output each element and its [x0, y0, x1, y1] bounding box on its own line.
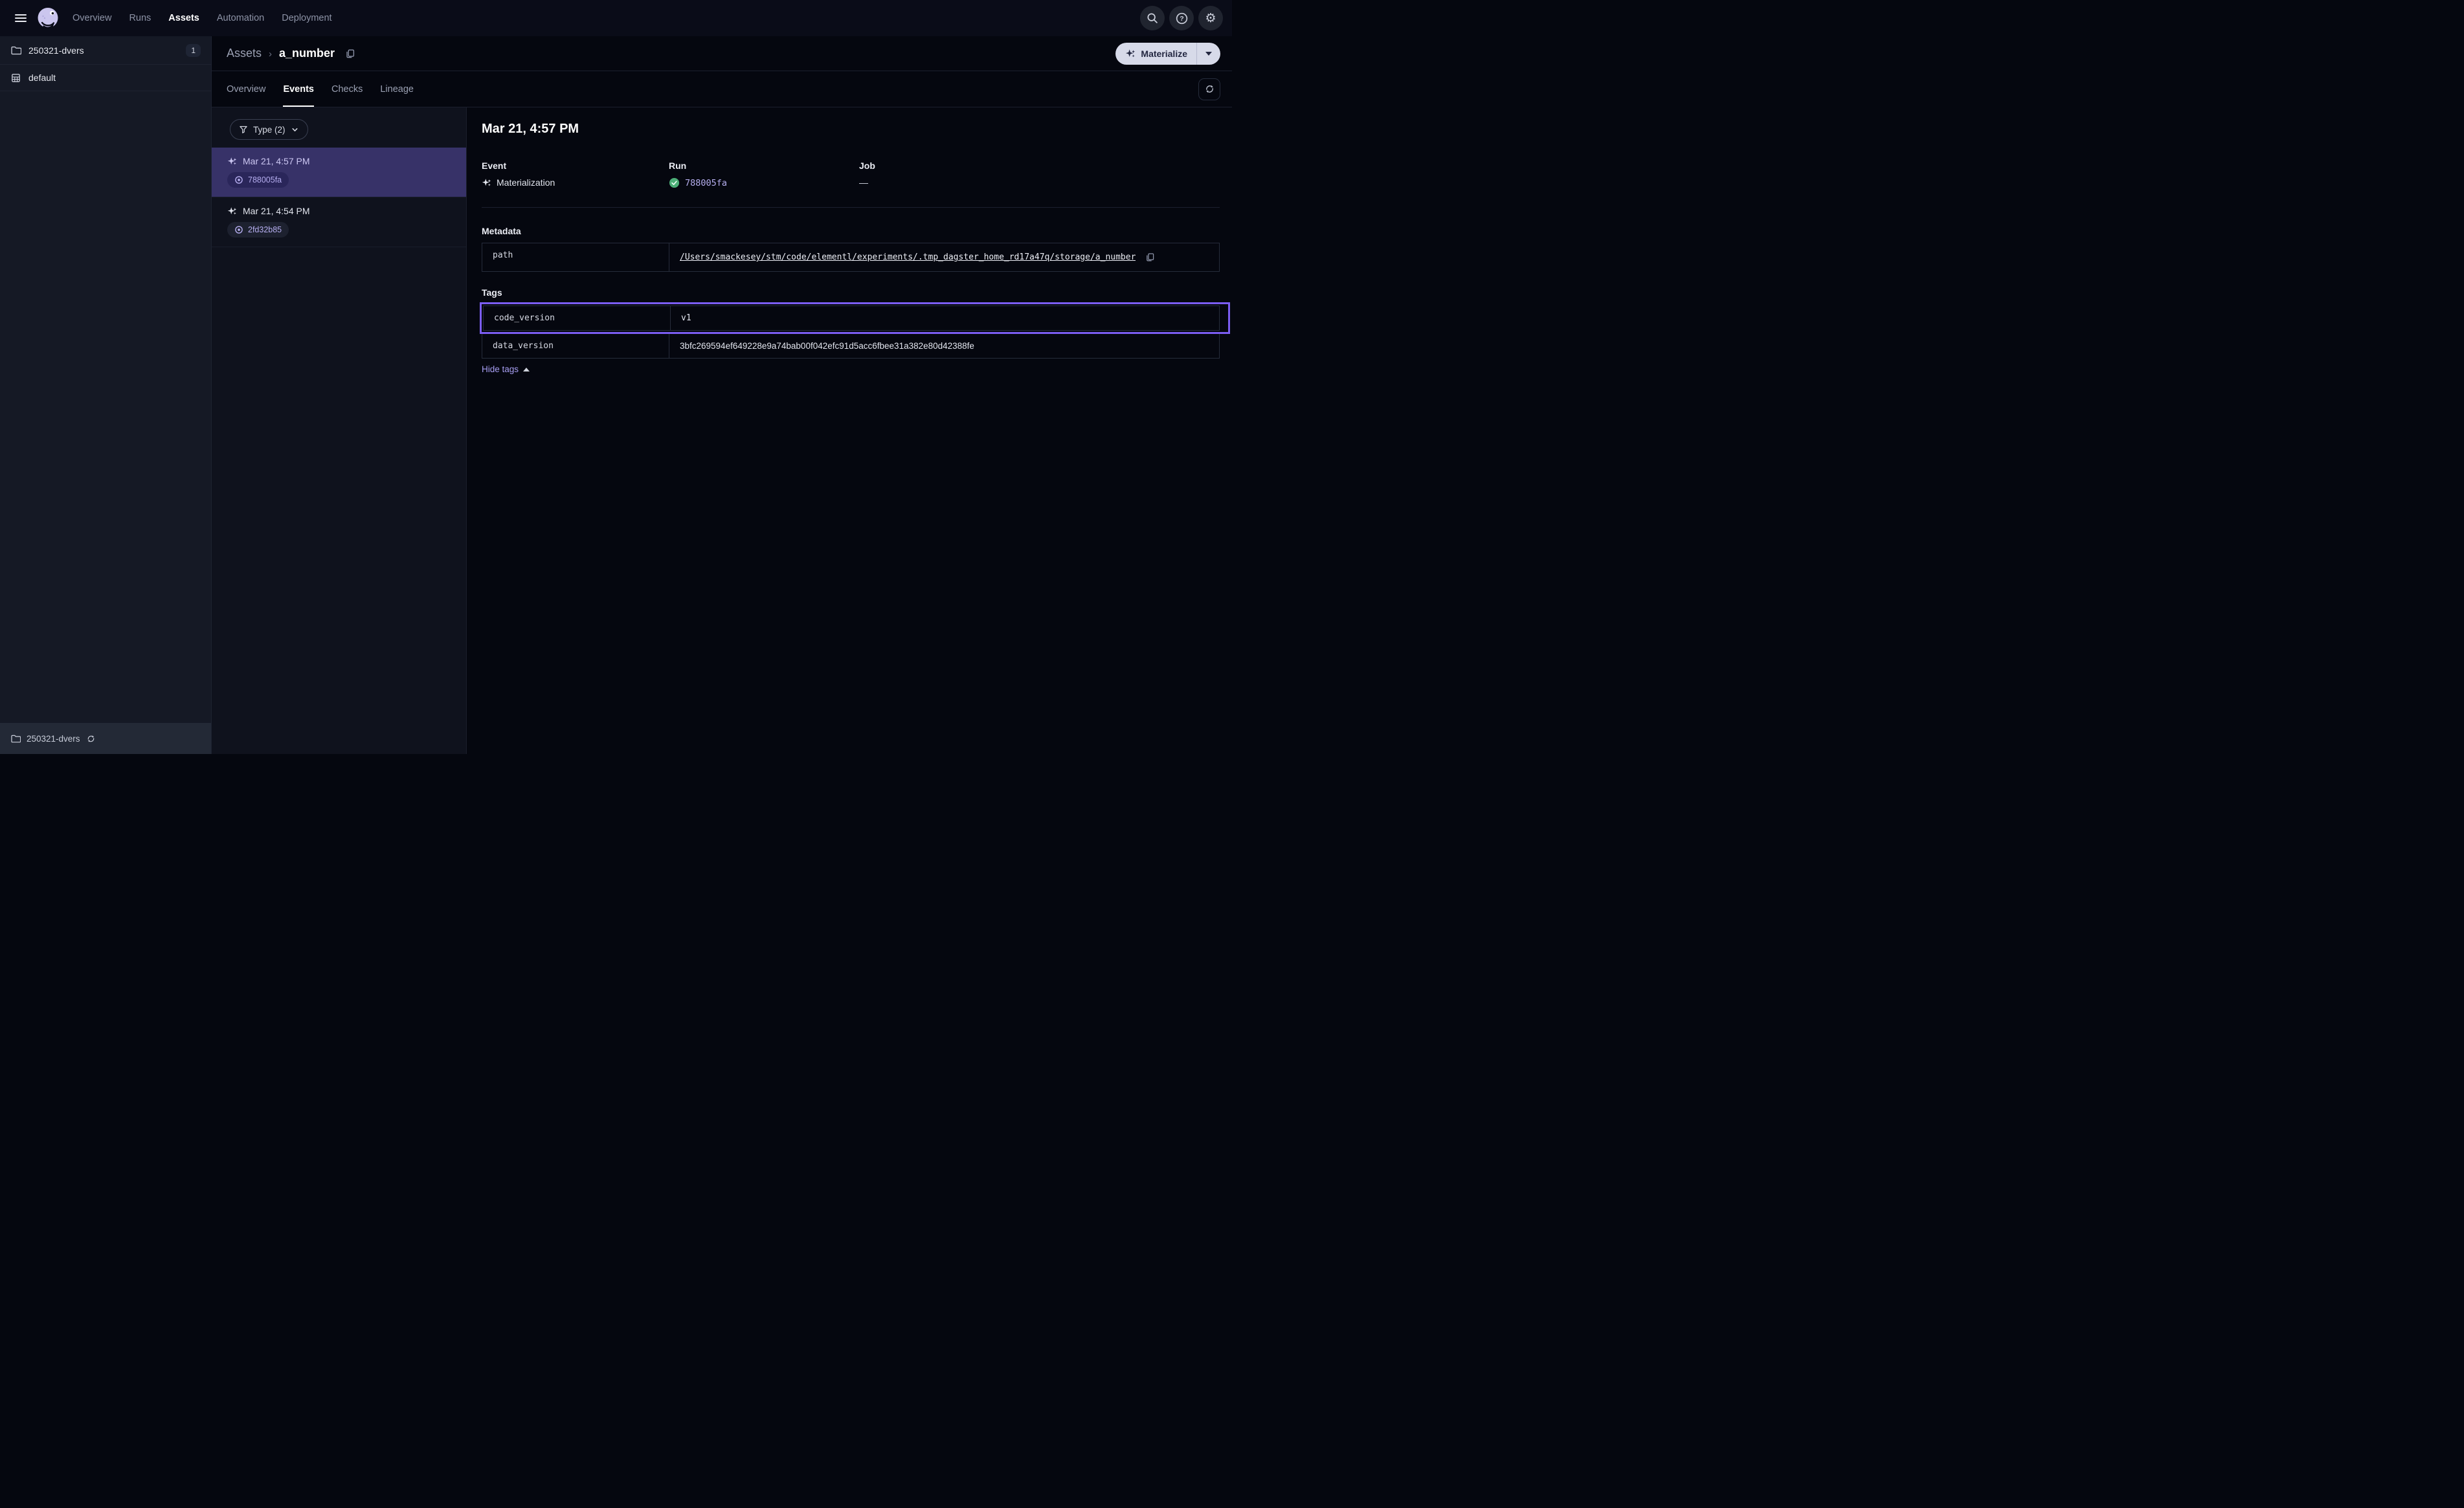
primary-nav: Overview Runs Assets Automation Deployme… [73, 13, 332, 23]
tab-overview[interactable]: Overview [227, 71, 265, 107]
materialize-split-button: Materialize [1115, 43, 1220, 65]
metadata-row-path: path /Users/smackesey/stm/code/elementl/… [482, 243, 1220, 272]
tag-row-data-version: data_version 3bfc269594ef649228e9a74bab0… [482, 334, 1220, 359]
refresh-icon [1204, 83, 1215, 94]
sparkle-icon [227, 206, 237, 216]
event-detail-title: Mar 21, 4:57 PM [482, 122, 1220, 137]
sidebar-empty-space [0, 91, 211, 723]
copy-icon [344, 48, 356, 60]
dagster-logo-icon[interactable] [35, 5, 61, 31]
event-list-item[interactable]: Mar 21, 4:57 PM 788005fa [212, 148, 466, 197]
run-status-icon [234, 175, 243, 184]
event-detail-panel: Mar 21, 4:57 PM Event Materialization [467, 107, 1232, 754]
run-id-text: 788005fa [248, 175, 282, 184]
hide-tags-label: Hide tags [482, 364, 519, 374]
job-column-label: Job [859, 161, 1220, 171]
tag-row-code-version: code_version v1 [483, 305, 1220, 331]
sidebar-footer[interactable]: 250321-dvers [0, 723, 211, 754]
event-list-item[interactable]: Mar 21, 4:54 PM 2fd32b85 [212, 197, 466, 247]
job-value: — [859, 177, 868, 188]
run-status-icon [234, 225, 243, 234]
nav-item-runs[interactable]: Runs [129, 13, 151, 23]
section-divider [482, 207, 1220, 208]
event-type-value: Materialization [497, 177, 555, 188]
type-filter-label: Type (2) [253, 125, 286, 135]
run-id-badge[interactable]: 788005fa [227, 172, 289, 188]
top-nav: Overview Runs Assets Automation Deployme… [0, 0, 1232, 36]
event-summary-grid: Event Materialization Run [482, 161, 1220, 188]
events-list-panel: Type (2) Mar 21, 4:57 PM [212, 107, 467, 754]
folder-icon [10, 45, 21, 56]
sparkle-icon [227, 157, 237, 166]
dagster-app: Overview Runs Assets Automation Deployme… [0, 0, 1232, 754]
page-title: a_number [279, 47, 335, 60]
asset-group-icon [10, 72, 21, 83]
code-location-label: 250321-dvers [28, 45, 84, 56]
run-id-text: 2fd32b85 [248, 225, 282, 234]
metadata-heading: Metadata [482, 226, 1220, 236]
run-column-label: Run [669, 161, 859, 171]
materialize-dropdown-button[interactable] [1197, 43, 1220, 65]
event-timestamp: Mar 21, 4:57 PM [243, 156, 310, 166]
tag-value: 3bfc269594ef649228e9a74bab00f042efc91d5a… [669, 334, 1219, 358]
group-label: default [28, 72, 56, 83]
type-filter-button[interactable]: Type (2) [230, 119, 308, 140]
run-id-badge[interactable]: 2fd32b85 [227, 222, 289, 238]
settings-button[interactable]: ⚙ [1198, 6, 1223, 30]
tag-key: code_version [484, 306, 671, 330]
nav-item-assets[interactable]: Assets [168, 13, 199, 23]
copy-asset-name-button[interactable] [343, 47, 357, 61]
folder-icon [10, 733, 21, 744]
help-icon: ? [1175, 12, 1189, 25]
run-success-icon [669, 177, 680, 188]
asset-sidebar: 250321-dvers 1 default 250321-dvers [0, 36, 212, 754]
asset-tabs: Overview Events Checks Lineage [212, 71, 1232, 107]
tab-lineage[interactable]: Lineage [380, 71, 414, 107]
asset-count-badge: 1 [186, 44, 201, 57]
hide-tags-link[interactable]: Hide tags [482, 364, 530, 374]
sidebar-item-default-group[interactable]: default [0, 65, 211, 91]
search-button[interactable] [1140, 6, 1165, 30]
copy-path-button[interactable] [1143, 250, 1157, 264]
metadata-key: path [482, 243, 669, 271]
sidebar-item-code-location[interactable]: 250321-dvers 1 [0, 36, 211, 65]
main-pane: Assets › a_number Materialize [212, 36, 1232, 754]
svg-text:?: ? [1180, 15, 1183, 23]
tag-value: v1 [671, 306, 1219, 330]
event-timestamp: Mar 21, 4:54 PM [243, 206, 310, 216]
metadata-path-link[interactable]: /Users/smackesey/stm/code/elementl/exper… [680, 252, 1136, 262]
nav-item-automation[interactable]: Automation [217, 13, 264, 23]
highlighted-tag-box: code_version v1 [480, 302, 1230, 334]
menu-icon[interactable] [9, 6, 32, 30]
materialize-button[interactable]: Materialize [1115, 43, 1196, 65]
tab-checks[interactable]: Checks [331, 71, 363, 107]
reload-icon[interactable] [86, 734, 96, 744]
sparkle-icon [482, 178, 491, 188]
event-column-label: Event [482, 161, 669, 171]
nav-item-overview[interactable]: Overview [73, 13, 111, 23]
triangle-up-icon [523, 368, 530, 371]
tags-heading: Tags [482, 287, 1220, 298]
run-id-link[interactable]: 788005fa [685, 178, 727, 188]
nav-item-deployment[interactable]: Deployment [282, 13, 331, 23]
breadcrumb-assets-link[interactable]: Assets [227, 47, 262, 60]
footer-code-location-label: 250321-dvers [27, 734, 80, 744]
materialize-label: Materialize [1141, 49, 1187, 59]
chevron-down-icon [291, 126, 299, 134]
caret-down-icon [1205, 52, 1212, 56]
asset-header: Assets › a_number Materialize [212, 36, 1232, 71]
funnel-icon [239, 125, 248, 134]
chevron-right-icon: › [269, 49, 272, 60]
sparkle-icon [1125, 49, 1136, 59]
tag-key: data_version [482, 334, 669, 358]
gear-icon: ⚙ [1205, 12, 1216, 25]
breadcrumb: Assets › a_number [227, 47, 357, 61]
copy-icon [1145, 252, 1156, 263]
search-icon [1146, 12, 1159, 25]
refresh-button[interactable] [1198, 78, 1220, 100]
tab-events[interactable]: Events [283, 71, 314, 107]
help-button[interactable]: ? [1169, 6, 1194, 30]
